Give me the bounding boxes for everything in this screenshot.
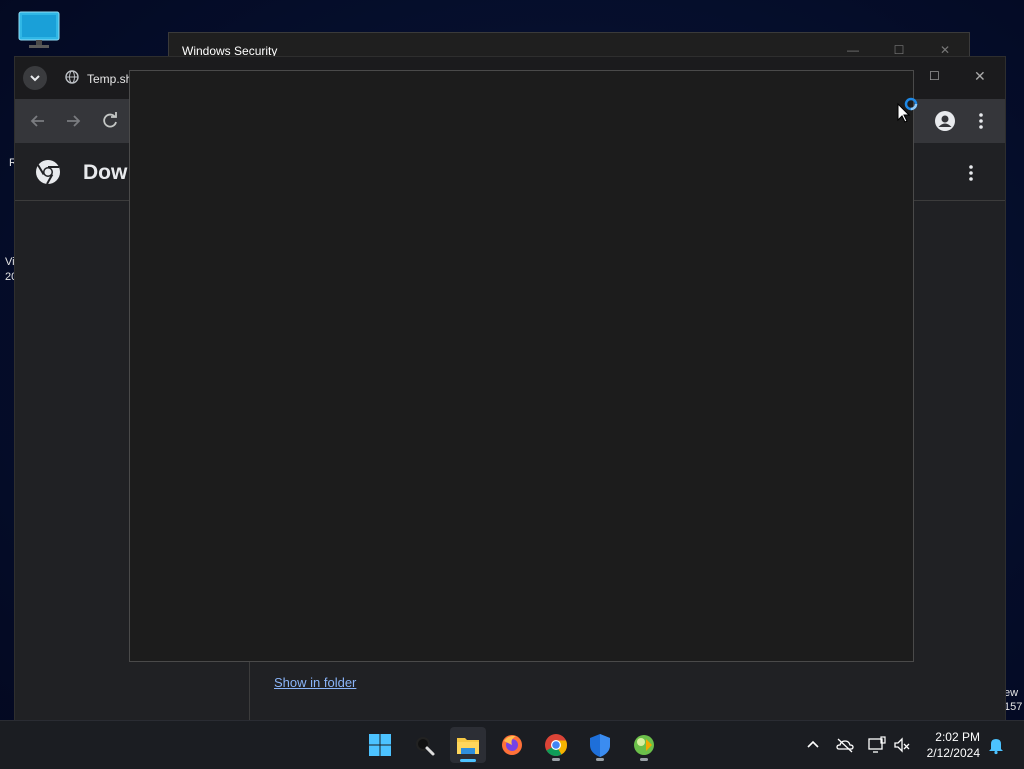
busy-cursor-icon bbox=[896, 96, 922, 124]
bell-icon bbox=[989, 739, 1003, 755]
chrome-menu-button[interactable] bbox=[969, 109, 993, 133]
running-indicator bbox=[596, 758, 604, 761]
more-vertical-icon bbox=[979, 113, 983, 129]
clock[interactable]: 2:02 PM 2/12/2024 bbox=[927, 729, 980, 761]
folder-icon bbox=[457, 738, 479, 754]
desktop-fragment: 157 bbox=[1004, 701, 1023, 713]
running-indicator bbox=[552, 758, 560, 761]
network-tray-icon[interactable] bbox=[867, 735, 887, 755]
firefox-icon bbox=[502, 735, 522, 755]
clock-date: 2/12/2024 bbox=[926, 746, 980, 760]
search-button[interactable] bbox=[406, 727, 442, 763]
notifications-button[interactable] bbox=[986, 735, 1006, 755]
chrome-taskbar-button[interactable] bbox=[538, 727, 574, 763]
tab-search-button[interactable] bbox=[23, 66, 47, 90]
forward-button[interactable] bbox=[61, 109, 85, 133]
search-icon bbox=[416, 737, 435, 756]
network-icon bbox=[868, 736, 886, 753]
this-pc-desktop-icon[interactable] bbox=[16, 10, 62, 50]
chevron-up-icon bbox=[807, 740, 819, 748]
more-vertical-icon bbox=[969, 165, 973, 181]
show-hidden-icons-button[interactable] bbox=[803, 735, 823, 755]
firefox-taskbar-button[interactable] bbox=[494, 727, 530, 763]
taskbar: 2:02 PM 2/12/2024 bbox=[0, 720, 1024, 769]
downloads-menu-button[interactable] bbox=[959, 161, 983, 185]
cloud-off-icon bbox=[836, 738, 854, 753]
globe-icon bbox=[65, 70, 79, 84]
profile-button[interactable] bbox=[933, 109, 957, 133]
profile-icon bbox=[935, 111, 955, 131]
chevron-down-icon bbox=[30, 75, 40, 82]
clock-time: 2:02 PM bbox=[935, 730, 980, 744]
tab-title[interactable]: Temp.sh bbox=[87, 72, 132, 86]
onedrive-tray-icon[interactable] bbox=[835, 735, 855, 755]
start-button[interactable] bbox=[362, 727, 398, 763]
maximize-button[interactable]: ☐ bbox=[929, 69, 945, 85]
close-button[interactable]: ✕ bbox=[974, 68, 990, 84]
arrow-right-icon bbox=[67, 115, 81, 127]
loading-dialog-window[interactable] bbox=[129, 70, 914, 662]
desktop-fragment: ew bbox=[1004, 687, 1019, 699]
show-in-folder-link[interactable]: Show in folder bbox=[274, 675, 356, 690]
windows-security-taskbar-button[interactable] bbox=[582, 727, 618, 763]
other-app-taskbar-button[interactable] bbox=[626, 727, 662, 763]
volume-muted-icon bbox=[894, 737, 910, 753]
volume-tray-icon[interactable] bbox=[892, 735, 912, 755]
windows-logo-icon bbox=[369, 734, 391, 756]
running-indicator bbox=[640, 758, 648, 761]
reload-button[interactable] bbox=[98, 109, 122, 133]
file-explorer-taskbar-button[interactable] bbox=[450, 727, 486, 763]
running-indicator bbox=[460, 759, 476, 762]
page-title: Dow bbox=[83, 161, 128, 184]
chrome-logo-icon bbox=[35, 159, 61, 185]
reload-icon bbox=[103, 112, 117, 128]
back-button[interactable] bbox=[26, 109, 50, 133]
arrow-left-icon bbox=[30, 115, 44, 127]
